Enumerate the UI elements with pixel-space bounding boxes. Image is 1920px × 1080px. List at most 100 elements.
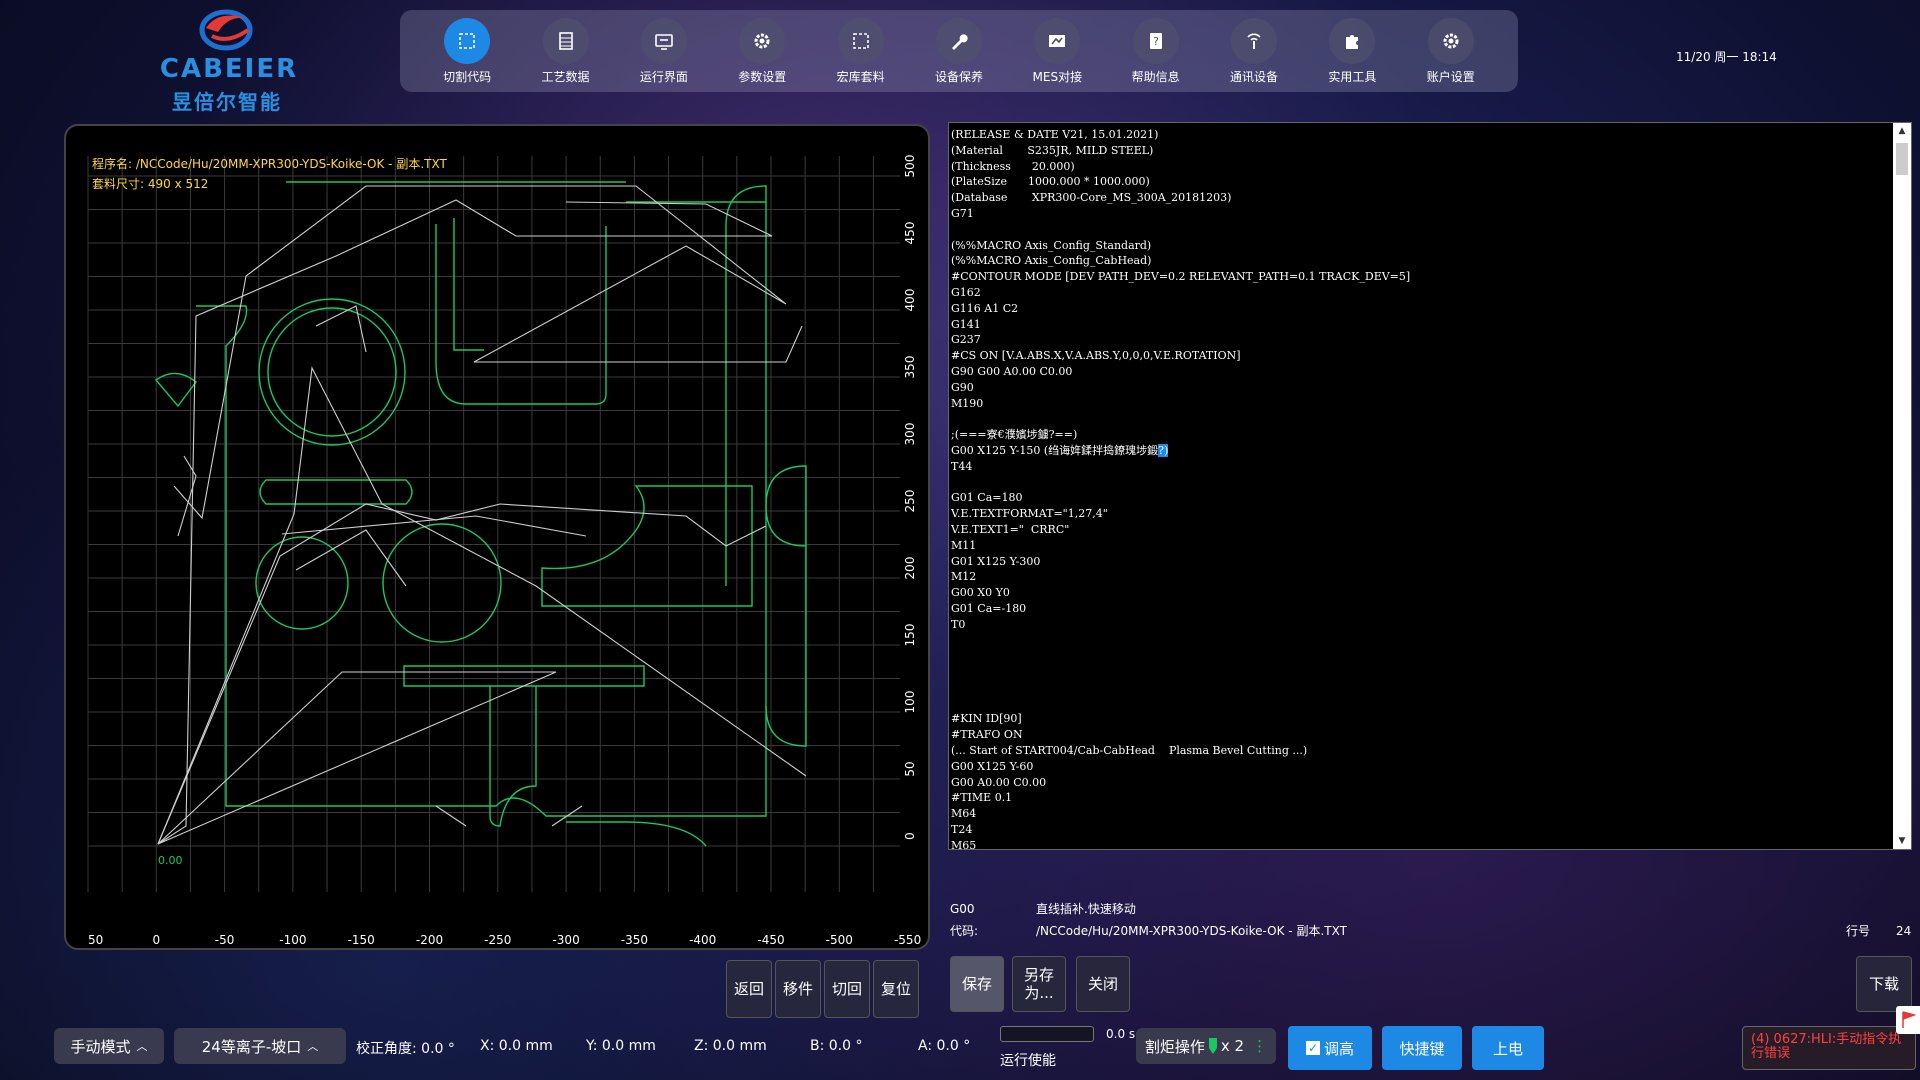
y-tick-label: 350 — [903, 356, 917, 379]
tool-label: 宏库套料 — [836, 69, 885, 84]
x-position: X: 0.0 mm — [480, 1038, 553, 1054]
tool-macro-nesting[interactable]: 宏库套料 — [821, 17, 901, 85]
gcode-text[interactable]: (RELEASE & DATE V21, 15.01.2021) (Materi… — [951, 127, 1889, 849]
gcode-text-after: T44 G01 Ca=180 V.E.TEXTFORMAT="1,27,4" V… — [951, 459, 1308, 849]
code-path-label: 代码: — [950, 924, 979, 938]
part-circle — [258, 298, 406, 446]
line-number-value: 24 — [1896, 924, 1912, 938]
move-part-button[interactable]: 移件 — [775, 960, 821, 1018]
part-outline — [765, 465, 807, 747]
close-button[interactable]: 关闭 — [1076, 956, 1130, 1012]
cut-code-icon — [459, 32, 475, 49]
alarm-message[interactable]: (4) 0627:HLI:手动指令执行错误 — [1742, 1026, 1916, 1070]
y-tick-label: 500 — [903, 155, 917, 178]
wrench-icon — [951, 33, 968, 50]
tool-label: 运行界面 — [639, 69, 688, 84]
tool-account-settings[interactable]: 账户设置 — [1411, 17, 1491, 85]
save-button[interactable]: 保存 — [950, 956, 1004, 1012]
gear-icon — [1443, 33, 1459, 48]
process-value: 24等离子-坡口 — [201, 1037, 302, 1056]
process-data-icon — [558, 31, 573, 50]
part-outline — [259, 479, 413, 505]
hotkey-button[interactable]: 快捷键 — [1382, 1026, 1462, 1070]
traverse-path — [157, 199, 773, 845]
torch-operation-label: 割炬操作 — [1144, 1037, 1205, 1056]
code-path-row: 代码: /NCCode/Hu/20MM-XPR300-YDS-Koike-OK -… — [950, 922, 1347, 939]
tool-label: 账户设置 — [1426, 69, 1475, 84]
tool-label: 设备保养 — [934, 69, 983, 84]
cut-back-button[interactable]: 切回 — [824, 960, 870, 1018]
x-tick-label: -300 — [552, 933, 579, 947]
b-position: B: 0.0 ° — [810, 1038, 863, 1054]
tool-label: 工艺数据 — [541, 69, 590, 84]
mode-select[interactable]: 手动模式 ︿ — [54, 1028, 164, 1064]
help-icon: ? — [1149, 32, 1162, 49]
download-button[interactable]: 下载 — [1856, 956, 1912, 1012]
scroll-up-icon[interactable]: ▲ — [1893, 123, 1911, 139]
y-tick-label: 250 — [903, 490, 917, 513]
y-tick-label: 100 — [903, 691, 917, 714]
gcode-editor[interactable]: (RELEASE & DATE V21, 15.01.2021) (Materi… — [948, 122, 1912, 850]
mode-value: 手动模式 — [70, 1037, 131, 1056]
svg-text:?: ? — [1153, 35, 1159, 48]
line-number-row: 行号 24 — [1846, 922, 1911, 939]
clock: 11/20 周一 18:14 — [1676, 50, 1777, 64]
tool-label: MES对接 — [1032, 69, 1083, 84]
tool-run-screen[interactable]: 运行界面 — [624, 17, 704, 85]
program-name: 程序名: /NCCode/Hu/20MM-XPR300-YDS-Koike-OK… — [92, 157, 447, 171]
x-tick-label: -500 — [826, 933, 853, 947]
gcode-meaning: 直线插补.快速移动 — [1036, 902, 1136, 916]
part-outline — [403, 665, 645, 687]
more-vertical-icon[interactable]: ⋮ — [1252, 1037, 1267, 1055]
brand-logo: CABEIER 昱倍尔智能 — [140, 8, 310, 114]
correction-angle: 校正角度: 0.0 ° — [356, 1041, 455, 1057]
torch-indicator-icon — [1208, 1038, 1217, 1054]
x-tick-label: -150 — [348, 933, 375, 947]
x-tick-label: -450 — [757, 933, 784, 947]
height-adjust-button[interactable]: ✓ 调高 — [1288, 1026, 1372, 1070]
power-on-button[interactable]: 上电 — [1472, 1026, 1544, 1070]
gcode-scrollbar[interactable]: ▲ ▼ — [1893, 123, 1911, 849]
tool-label: 帮助信息 — [1131, 69, 1180, 84]
main-toolbar: 切割代码 工艺数据 运行界面 参数设置 宏库套料 设备保养 MES对接 ? 帮助… — [400, 10, 1518, 92]
x-tick-label: -250 — [484, 933, 511, 947]
tool-maintenance[interactable]: 设备保养 — [919, 17, 999, 85]
part-outline — [566, 821, 707, 847]
alarm-flag-icon[interactable] — [1896, 1006, 1920, 1034]
gear-icon — [754, 33, 770, 48]
y-tick-label: 50 — [903, 761, 917, 776]
checkbox-checked-icon[interactable]: ✓ — [1305, 1041, 1320, 1055]
nest-plot-panel[interactable]: 程序名: /NCCode/Hu/20MM-XPR300-YDS-Koike-OK… — [64, 124, 930, 950]
part-outline — [196, 185, 767, 817]
process-select[interactable]: 24等离子-坡口 ︿ — [174, 1028, 346, 1064]
reset-button[interactable]: 复位 — [873, 960, 919, 1018]
chevron-up-icon: ︿ — [136, 1040, 148, 1053]
save-as-button[interactable]: 另存为... — [1012, 956, 1066, 1012]
tool-mes[interactable]: MES对接 — [1017, 17, 1097, 85]
tool-process-data[interactable]: 工艺数据 — [526, 17, 606, 85]
y-tick-label: 300 — [903, 423, 917, 446]
tool-label: 切割代码 — [443, 69, 492, 84]
tool-communication[interactable]: 通讯设备 — [1214, 17, 1294, 85]
tool-help[interactable]: ? 帮助信息 — [1116, 17, 1196, 85]
origin-label: 0.00 — [158, 854, 183, 867]
tool-utilities[interactable]: 实用工具 — [1312, 17, 1392, 85]
torch-operation-count: x 2 — [1220, 1037, 1245, 1055]
y-position: Y: 0.0 mm — [586, 1038, 656, 1054]
program-info: 程序名: /NCCode/Hu/20MM-XPR300-YDS-Koike-OK… — [92, 154, 447, 194]
scroll-thumb[interactable] — [1896, 143, 1908, 175]
x-tick-label: -400 — [689, 933, 716, 947]
torch-operation-button[interactable]: 割炬操作 x 2 ⋮ — [1136, 1028, 1276, 1064]
nest-size: 套料尺寸: 490 x 512 — [92, 177, 209, 191]
y-tick-label: 0 — [903, 832, 917, 840]
x-tick-label: -350 — [621, 933, 648, 947]
scroll-down-icon[interactable]: ▼ — [1893, 833, 1911, 849]
tool-cut-code[interactable]: 切割代码 — [427, 17, 507, 85]
x-tick-label: -100 — [279, 933, 306, 947]
gcode-text-before: (RELEASE & DATE V21, 15.01.2021) (Materi… — [951, 128, 1411, 457]
back-button[interactable]: 返回 — [726, 960, 772, 1018]
x-tick-label: -200 — [416, 933, 443, 947]
logo-subtitle: 昱倍尔智能 — [172, 90, 282, 114]
tool-label: 实用工具 — [1328, 69, 1377, 84]
tool-param-settings[interactable]: 参数设置 — [722, 17, 802, 85]
